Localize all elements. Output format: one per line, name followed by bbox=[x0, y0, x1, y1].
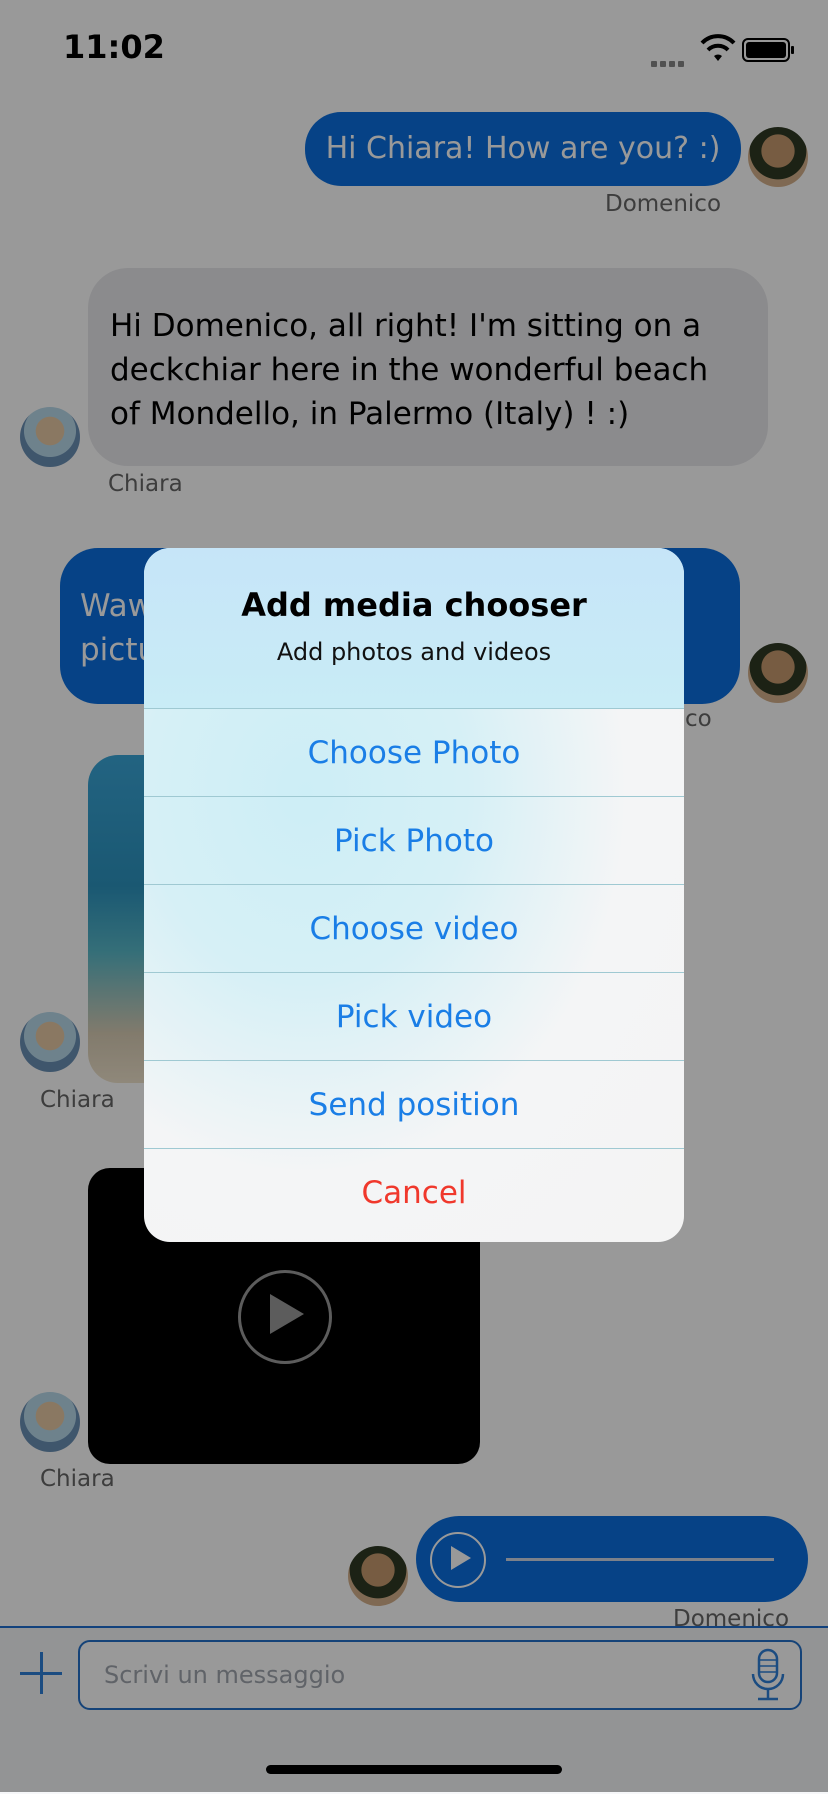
sheet-header: Add media chooser Add photos and videos bbox=[144, 548, 684, 708]
sheet-subtitle: Add photos and videos bbox=[276, 638, 552, 666]
pick-photo-button[interactable]: Pick Photo bbox=[144, 796, 684, 885]
media-chooser-sheet: Add media chooser Add photos and videos … bbox=[144, 548, 684, 1242]
pick-video-button[interactable]: Pick video bbox=[144, 972, 684, 1061]
choose-photo-button[interactable]: Choose Photo bbox=[144, 708, 684, 797]
choose-video-button[interactable]: Choose video bbox=[144, 884, 684, 973]
cancel-button[interactable]: Cancel bbox=[144, 1148, 684, 1237]
home-indicator[interactable] bbox=[266, 1765, 562, 1774]
sheet-title: Add media chooser bbox=[241, 586, 587, 624]
send-position-button[interactable]: Send position bbox=[144, 1060, 684, 1149]
